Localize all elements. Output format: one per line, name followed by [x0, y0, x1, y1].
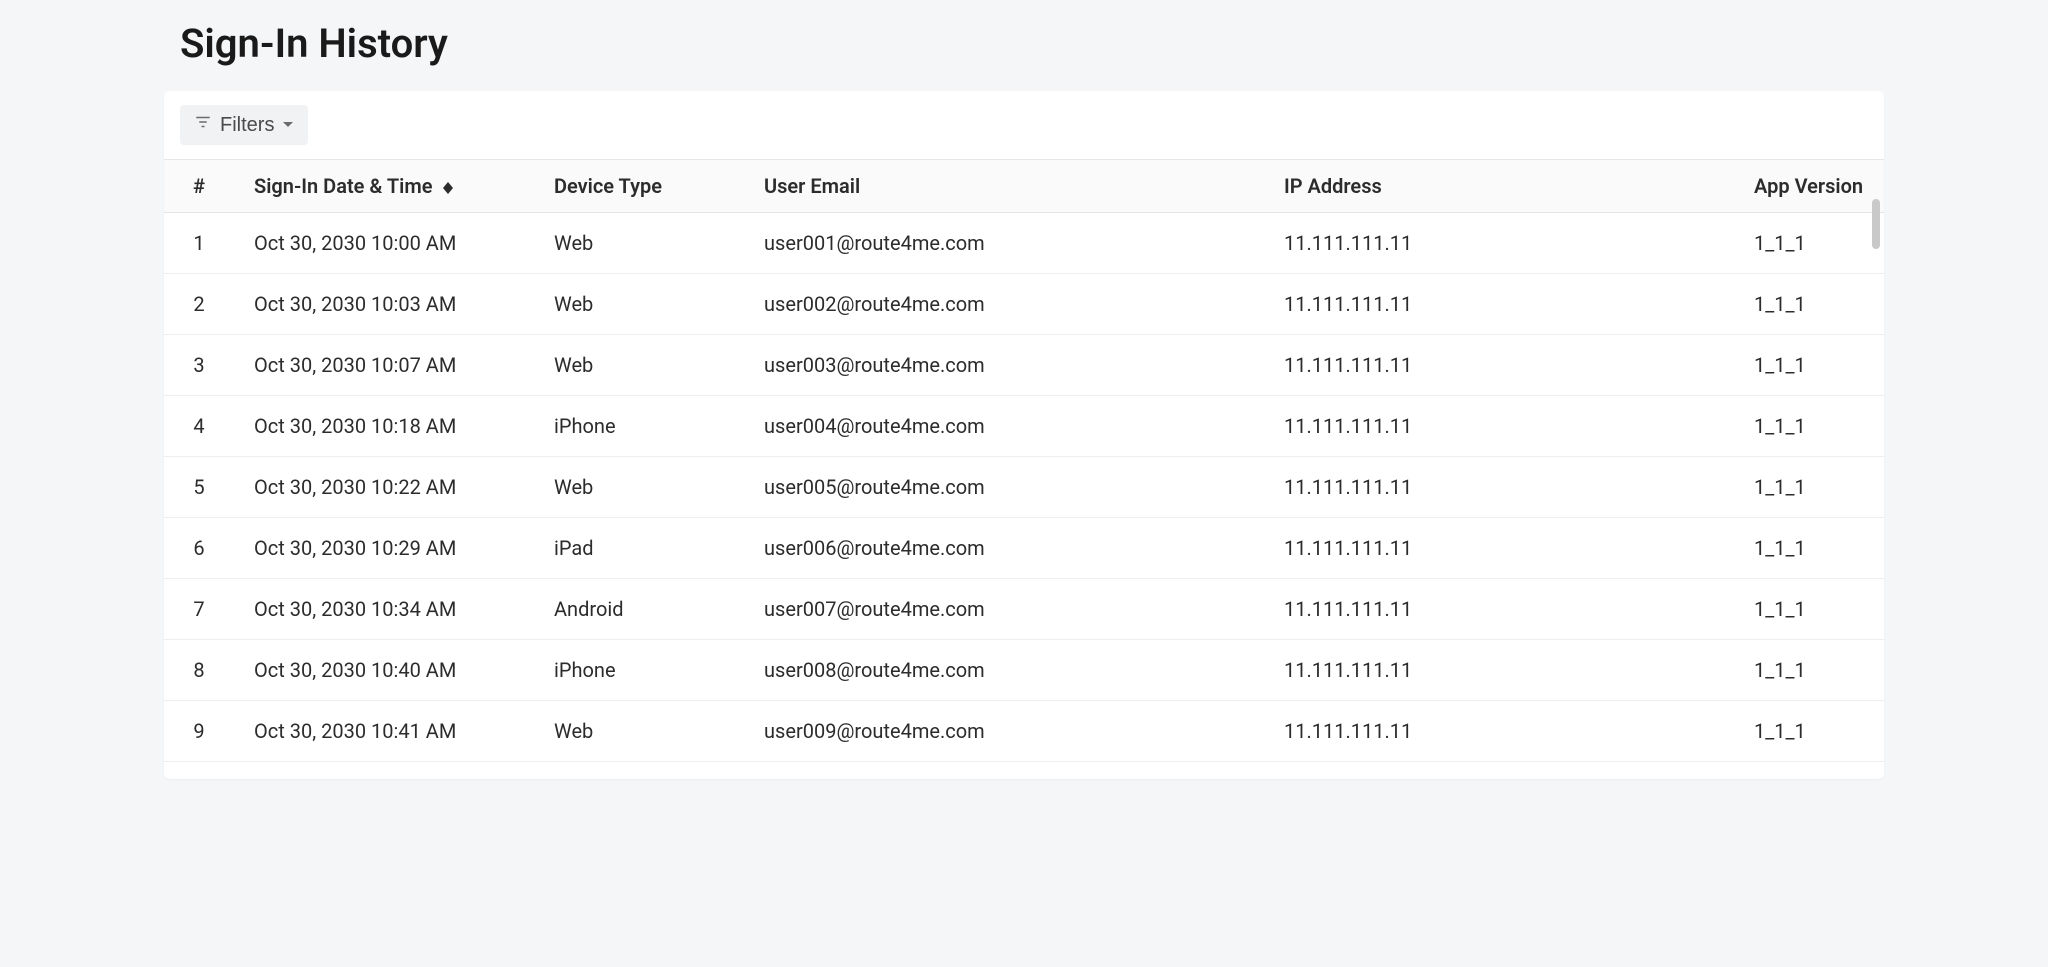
cell-ip: 11.111.111.11 [1264, 274, 1734, 335]
cell-device: Web [534, 274, 744, 335]
cell-num: 8 [164, 640, 234, 701]
cell-num: 6 [164, 518, 234, 579]
table-row[interactable]: 5Oct 30, 2030 10:22 AMWebuser005@route4m… [164, 457, 1884, 518]
cell-device: Web [534, 335, 744, 396]
cell-device: Web [534, 213, 744, 274]
cell-num: 5 [164, 457, 234, 518]
cell-ip: 11.111.111.11 [1264, 579, 1734, 640]
cell-num: 9 [164, 701, 234, 762]
sort-indicator-icon [443, 182, 453, 194]
cell-version: 1_1_1 [1734, 457, 1884, 518]
chevron-down-icon [282, 114, 294, 137]
cell-datetime: Oct 30, 2030 10:03 AM [234, 274, 534, 335]
column-header-datetime-label: Sign-In Date & Time [254, 174, 433, 198]
signin-history-table: # Sign-In Date & Time Device Type [164, 159, 1884, 779]
cell-version: 1_1_1 [1734, 640, 1884, 701]
cell-datetime: Oct 30, 2030 10:34 AM [234, 579, 534, 640]
toolbar: Filters [164, 91, 1884, 159]
table-row[interactable]: 10Oct 30, 2030 10:46 AMWebuser010@route4… [164, 762, 1884, 780]
signin-history-card: Filters # Sign-In Date & Time [164, 91, 1884, 779]
cell-version: 1_1_1 [1734, 274, 1884, 335]
cell-email: user002@route4me.com [744, 274, 1264, 335]
cell-version: 1_1_1 [1734, 762, 1884, 780]
table-row[interactable]: 6Oct 30, 2030 10:29 AMiPaduser006@route4… [164, 518, 1884, 579]
cell-datetime: Oct 30, 2030 10:22 AM [234, 457, 534, 518]
cell-email: user009@route4me.com [744, 701, 1264, 762]
cell-ip: 11.111.111.11 [1264, 701, 1734, 762]
cell-email: user007@route4me.com [744, 579, 1264, 640]
cell-num: 7 [164, 579, 234, 640]
cell-email: user003@route4me.com [744, 335, 1264, 396]
table-row[interactable]: 2Oct 30, 2030 10:03 AMWebuser002@route4m… [164, 274, 1884, 335]
cell-device: iPhone [534, 640, 744, 701]
cell-datetime: Oct 30, 2030 10:29 AM [234, 518, 534, 579]
cell-ip: 11.111.111.11 [1264, 518, 1734, 579]
cell-num: 3 [164, 335, 234, 396]
cell-device: iPad [534, 518, 744, 579]
cell-email: user006@route4me.com [744, 518, 1264, 579]
column-header-email-label: User Email [764, 174, 860, 198]
cell-version: 1_1_1 [1734, 518, 1884, 579]
cell-num: 10 [164, 762, 234, 780]
cell-num: 1 [164, 213, 234, 274]
cell-datetime: Oct 30, 2030 10:00 AM [234, 213, 534, 274]
cell-ip: 11.111.111.11 [1264, 762, 1734, 780]
cell-device: Web [534, 762, 744, 780]
cell-num: 2 [164, 274, 234, 335]
column-header-ip-label: IP Address [1284, 174, 1382, 198]
cell-ip: 11.111.111.11 [1264, 335, 1734, 396]
table-row[interactable]: 1Oct 30, 2030 10:00 AMWebuser001@route4m… [164, 213, 1884, 274]
cell-version: 1_1_1 [1734, 335, 1884, 396]
column-header-device-label: Device Type [554, 174, 662, 198]
column-header-device[interactable]: Device Type [534, 160, 744, 213]
cell-version: 1_1_1 [1734, 701, 1884, 762]
cell-email: user004@route4me.com [744, 396, 1264, 457]
cell-ip: 11.111.111.11 [1264, 213, 1734, 274]
cell-datetime: Oct 30, 2030 10:07 AM [234, 335, 534, 396]
cell-device: Web [534, 457, 744, 518]
cell-email: user005@route4me.com [744, 457, 1264, 518]
cell-version: 1_1_1 [1734, 213, 1884, 274]
cell-ip: 11.111.111.11 [1264, 640, 1734, 701]
page-title: Sign-In History [164, 20, 1884, 67]
cell-datetime: Oct 30, 2030 10:41 AM [234, 701, 534, 762]
cell-email: user001@route4me.com [744, 213, 1264, 274]
table-row[interactable]: 4Oct 30, 2030 10:18 AMiPhoneuser004@rout… [164, 396, 1884, 457]
filters-label: Filters [220, 114, 274, 137]
cell-email: user010@route4me.com [744, 762, 1264, 780]
column-header-datetime[interactable]: Sign-In Date & Time [234, 160, 534, 213]
column-header-version-label: App Version [1754, 174, 1863, 198]
filter-icon [194, 113, 212, 137]
cell-datetime: Oct 30, 2030 10:18 AM [234, 396, 534, 457]
cell-ip: 11.111.111.11 [1264, 396, 1734, 457]
scrollbar-thumb[interactable] [1872, 199, 1880, 249]
cell-version: 1_1_1 [1734, 579, 1884, 640]
column-header-ip[interactable]: IP Address [1264, 160, 1734, 213]
column-header-email[interactable]: User Email [744, 160, 1264, 213]
cell-device: Web [534, 701, 744, 762]
table-row[interactable]: 8Oct 30, 2030 10:40 AMiPhoneuser008@rout… [164, 640, 1884, 701]
column-header-version[interactable]: App Version [1734, 160, 1884, 213]
cell-datetime: Oct 30, 2030 10:40 AM [234, 640, 534, 701]
table-row[interactable]: 9Oct 30, 2030 10:41 AMWebuser009@route4m… [164, 701, 1884, 762]
table-wrapper[interactable]: # Sign-In Date & Time Device Type [164, 159, 1884, 779]
cell-device: iPhone [534, 396, 744, 457]
cell-email: user008@route4me.com [744, 640, 1264, 701]
column-header-num[interactable]: # [164, 160, 234, 213]
cell-ip: 11.111.111.11 [1264, 457, 1734, 518]
table-row[interactable]: 3Oct 30, 2030 10:07 AMWebuser003@route4m… [164, 335, 1884, 396]
cell-num: 4 [164, 396, 234, 457]
column-header-num-label: # [193, 174, 205, 198]
cell-datetime: Oct 30, 2030 10:46 AM [234, 762, 534, 780]
cell-device: Android [534, 579, 744, 640]
table-row[interactable]: 7Oct 30, 2030 10:34 AMAndroiduser007@rou… [164, 579, 1884, 640]
cell-version: 1_1_1 [1734, 396, 1884, 457]
filters-button[interactable]: Filters [180, 105, 308, 145]
